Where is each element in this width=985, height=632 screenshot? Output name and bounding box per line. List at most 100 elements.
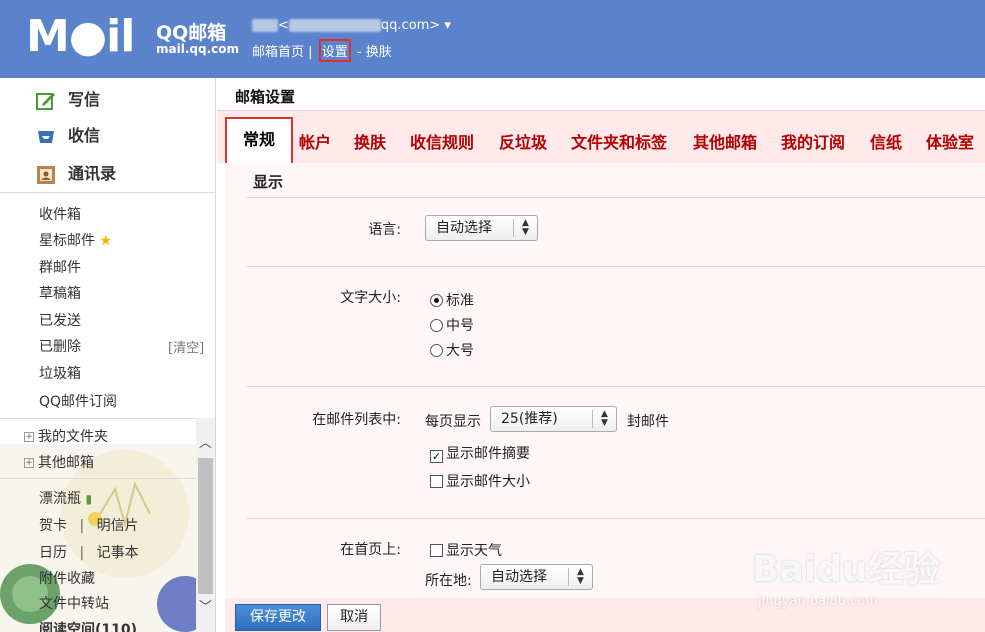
tab-folders-labels[interactable]: 文件夹和标签 — [571, 129, 667, 153]
tab-account[interactable]: 帐户 — [299, 129, 331, 153]
sidebar-divider — [0, 478, 215, 479]
redacted-account — [288, 19, 381, 32]
language-label: 语言: — [368, 222, 401, 238]
watermark-logo: Baidu经验 — [752, 549, 940, 590]
scroll-down-icon[interactable]: ﹀ — [197, 598, 214, 618]
redacted-name — [252, 19, 278, 32]
tool-notes[interactable]: 记事本 — [97, 545, 139, 561]
qqmail-logo[interactable]: M●il QQ邮箱 mail.qq.com — [26, 11, 239, 62]
section-title: 显示 — [253, 173, 284, 191]
tree-other-mailboxes[interactable]: + 其他邮箱 — [24, 452, 94, 472]
save-button[interactable]: 保存更改 — [235, 604, 321, 631]
folder-drafts[interactable]: 草稿箱 — [39, 283, 81, 303]
font-size-label: 文字大小: — [340, 290, 401, 306]
folder-sent[interactable]: 已发送 — [39, 310, 81, 330]
tool-postcard[interactable]: 明信片 — [97, 518, 139, 534]
tool-greeting-card[interactable]: 贺卡 — [39, 518, 67, 534]
expand-icon: + — [24, 432, 34, 442]
tab-stationery[interactable]: 信纸 — [870, 129, 902, 153]
folder-subscriptions[interactable]: QQ邮件订阅 — [39, 391, 117, 411]
tree-my-folders[interactable]: + 我的文件夹 — [24, 426, 108, 446]
location-select[interactable]: 自动选择 ▲ ▼ — [480, 564, 593, 590]
folder-group[interactable]: 群邮件 — [39, 257, 81, 277]
chevron-down-icon: ▾ — [444, 18, 451, 33]
sidebar-divider — [0, 418, 215, 419]
logo-title: QQ邮箱 — [156, 22, 227, 44]
per-page-select[interactable]: 25(推荐) ▲ ▼ — [490, 406, 617, 432]
mail-list-label: 在邮件列表中: — [312, 412, 401, 428]
tool-file-transfer[interactable]: 文件中转站 — [39, 593, 109, 613]
nav-settings[interactable]: 设置 — [318, 39, 351, 62]
tab-mail-rules[interactable]: 收信规则 — [410, 129, 474, 153]
account-switcher[interactable]: < qq.com> ▾ — [252, 18, 451, 33]
location-label: 所在地: — [425, 573, 472, 589]
folder-starred[interactable]: 星标邮件 ★ — [39, 230, 112, 250]
show-summary-checkbox[interactable]: ✓ 显示邮件摘要 — [430, 443, 530, 463]
star-icon: ★ — [99, 233, 113, 249]
settings-content: 显示 语言: 自动选择 ▲ ▼ 文字大小: 标准 中号 大号 在邮件列表中: 每页… — [225, 163, 985, 598]
empty-trash-link[interactable]: [清空] — [168, 337, 204, 356]
tab-other-mailboxes[interactable]: 其他邮箱 — [693, 129, 757, 153]
sidebar-divider — [0, 192, 215, 193]
select-arrows-icon: ▲ ▼ — [592, 410, 616, 428]
nav-mail-home[interactable]: 邮箱首页 — [252, 45, 304, 60]
font-size-large[interactable]: 大号 — [430, 340, 474, 360]
tab-anti-spam[interactable]: 反垃圾 — [499, 129, 547, 153]
checkbox-checked-icon: ✓ — [430, 450, 443, 463]
checkbox-unchecked-icon — [430, 544, 443, 557]
folder-spam[interactable]: 垃圾箱 — [39, 363, 81, 383]
folder-deleted[interactable]: 已删除 — [39, 336, 81, 356]
compose-icon — [36, 91, 56, 111]
header-bar: M●il QQ邮箱 mail.qq.com < qq.com> ▾ 邮箱首页 | … — [0, 0, 985, 78]
tool-reading-space[interactable]: 阅读空间(110) — [39, 619, 137, 632]
divider — [247, 197, 985, 198]
sidebar-inbox[interactable]: 收信 — [36, 122, 100, 147]
page-title: 邮箱设置 — [235, 88, 296, 106]
nav-skin[interactable]: 换肤 — [366, 45, 392, 60]
checkbox-unchecked-icon — [430, 475, 443, 488]
contacts-icon — [36, 165, 56, 185]
sidebar-compose[interactable]: 写信 — [36, 86, 100, 111]
watermark-url: jingyan.baidu.com — [758, 594, 878, 609]
radio-unchecked-icon — [430, 319, 443, 332]
baidu-watermark: Baidu经验 jingyan.baidu.com — [752, 540, 952, 610]
sidebar-contacts[interactable]: 通讯录 — [36, 160, 116, 185]
tool-attachments[interactable]: 附件收藏 — [39, 568, 95, 588]
logo-wordmark: M●il — [26, 11, 135, 62]
divider — [247, 266, 985, 267]
tool-cards: 贺卡 | 明信片 — [39, 518, 139, 534]
select-arrows-icon: ▲ ▼ — [513, 219, 537, 237]
show-weather-checkbox[interactable]: 显示天气 — [430, 540, 502, 560]
inbox-icon — [36, 127, 56, 147]
select-arrows-icon: ▲ ▼ — [568, 568, 592, 586]
tool-drift-bottle[interactable]: 漂流瓶 ▮ — [39, 488, 92, 508]
tool-calendar-notes: 日历 | 记事本 — [39, 545, 139, 561]
radio-checked-icon — [430, 294, 443, 307]
scroll-up-icon[interactable]: ︿ — [197, 434, 214, 454]
tab-general[interactable]: 常规 — [225, 117, 293, 165]
tab-labs[interactable]: 体验室 — [926, 129, 974, 153]
tool-calendar[interactable]: 日历 — [39, 545, 67, 561]
tab-subscriptions[interactable]: 我的订阅 — [781, 129, 845, 153]
header-nav: 邮箱首页 | 设置 - 换肤 — [252, 39, 392, 62]
folder-inbox[interactable]: 收件箱 — [39, 204, 81, 224]
font-size-standard[interactable]: 标准 — [430, 290, 474, 310]
font-size-medium[interactable]: 中号 — [430, 315, 474, 335]
show-size-checkbox[interactable]: 显示邮件大小 — [430, 471, 530, 491]
divider — [247, 386, 985, 387]
settings-tabs: 常规 帐户 换肤 收信规则 反垃圾 文件夹和标签 其他邮箱 我的订阅 信纸 体验… — [217, 110, 985, 165]
divider — [247, 518, 985, 519]
sidebar: 写信 收信 通讯录 收件箱 星标邮件 ★ 群邮件 草稿箱 已发送 已删除 [清空… — [0, 78, 216, 632]
account-domain: qq.com> — [380, 18, 441, 33]
language-select[interactable]: 自动选择 ▲ ▼ — [425, 215, 538, 241]
cancel-button[interactable]: 取消 — [327, 604, 381, 631]
scrollbar-thumb[interactable] — [198, 458, 213, 594]
bottle-icon: ▮ — [85, 492, 93, 506]
per-page-prefix: 每页显示 — [425, 414, 481, 430]
radio-unchecked-icon — [430, 344, 443, 357]
tab-skin[interactable]: 换肤 — [354, 129, 386, 153]
logo-subtitle: mail.qq.com — [156, 42, 239, 56]
per-page-suffix: 封邮件 — [627, 414, 669, 430]
homepage-label: 在首页上: — [340, 542, 401, 558]
expand-icon: + — [24, 458, 34, 468]
